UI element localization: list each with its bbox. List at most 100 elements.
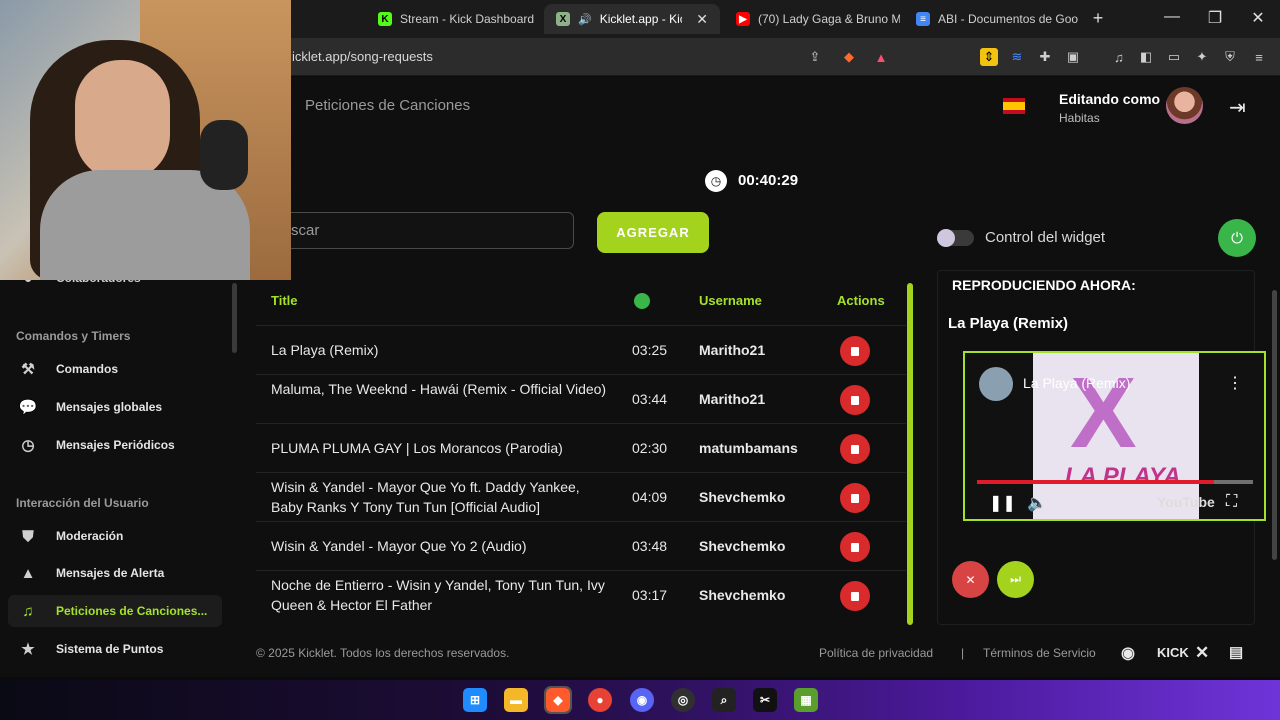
sidebar-item-label: Peticiones de Canciones... xyxy=(56,604,208,618)
windows-start-icon[interactable]: ⊞ xyxy=(463,688,487,712)
sidebar-item-moderacion[interactable]: ⛊ Moderación xyxy=(8,520,222,552)
more-options-icon[interactable]: ⋮ xyxy=(1227,373,1243,393)
add-button[interactable]: AGREGAR xyxy=(597,212,709,253)
tab-kicklet[interactable]: X 🔊 Kicklet.app - Kick C ✕ xyxy=(544,4,720,34)
brave-browser-icon[interactable]: ◆ xyxy=(544,686,572,714)
sidebar-item-mensajes-globales[interactable]: 💬 Mensajes globales xyxy=(8,391,222,423)
sidebar-item-label: Moderación xyxy=(56,529,124,543)
fullscreen-icon[interactable]: ⛶ xyxy=(1226,493,1237,511)
sidebar-toggle-icon[interactable]: ◧ xyxy=(1137,48,1155,66)
kick-link[interactable]: KICK xyxy=(1157,645,1189,660)
microphone xyxy=(200,120,248,190)
youtube-icon: ▶ xyxy=(736,12,750,26)
delete-button[interactable] xyxy=(840,483,870,513)
close-tab-icon[interactable]: ✕ xyxy=(696,11,708,28)
youtube-logo[interactable]: YouTube xyxy=(1157,494,1215,510)
sidebar-section-interaction: Interacción del Usuario xyxy=(16,496,149,510)
sidebar-scrollbar[interactable] xyxy=(232,283,237,353)
power-button[interactable]: ⏻ xyxy=(1218,219,1256,257)
table-row[interactable]: Maluma, The Weeknd - Hawái (Remix - Offi… xyxy=(256,374,906,423)
url-field[interactable]: icklet.app/song-requests xyxy=(292,49,433,64)
column-header-username[interactable]: Username xyxy=(699,293,762,308)
sidebar-item-comandos[interactable]: ⚒ Comandos xyxy=(8,353,222,385)
widget-control-toggle[interactable] xyxy=(937,229,974,247)
document-icon[interactable]: ▤ xyxy=(1229,643,1243,661)
column-header-title[interactable]: Title xyxy=(271,293,298,308)
editing-user: Habitas xyxy=(1059,111,1100,125)
delete-button[interactable] xyxy=(840,434,870,464)
leo-ai-icon[interactable]: ✦ xyxy=(1193,48,1211,66)
x-twitter-icon[interactable]: ✕ xyxy=(1195,643,1209,663)
song-username: Shevchemko xyxy=(699,587,786,603)
channel-avatar[interactable] xyxy=(979,367,1013,401)
terms-link[interactable]: Términos de Servicio xyxy=(983,646,1096,660)
sidebar-item-label: Mensajes globales xyxy=(56,400,163,414)
minecraft-icon[interactable]: ▦ xyxy=(794,688,818,712)
star-icon: ★ xyxy=(21,641,35,658)
youtube-player[interactable]: X LA PLAYA La Playa (Remix) ⋮ ❚❚ 🔈 YouTu… xyxy=(963,351,1266,521)
volume-icon[interactable]: 🔈 xyxy=(1027,493,1047,513)
column-header-actions: Actions xyxy=(837,293,885,308)
sidebar-item-mensajes-alerta[interactable]: ▲ Mensajes de Alerta xyxy=(8,557,222,589)
table-row[interactable]: La Playa (Remix) 03:25 Maritho21 xyxy=(256,325,906,374)
wallet-icon[interactable]: ▭ xyxy=(1165,48,1183,66)
close-window-icon[interactable]: ✕ xyxy=(1248,8,1268,28)
table-row[interactable]: Wisin & Yandel - Mayor Que Yo ft. Daddy … xyxy=(256,472,906,521)
brave-shield-icon[interactable]: ◆ xyxy=(840,48,858,66)
search-input[interactable]: scar xyxy=(291,212,574,249)
delete-button[interactable] xyxy=(840,385,870,415)
minimize-icon[interactable]: — xyxy=(1162,8,1182,26)
vpn-icon[interactable]: ⛨ xyxy=(1221,48,1239,66)
puzzle-icon[interactable]: ✚ xyxy=(1036,48,1054,66)
delete-button[interactable] xyxy=(840,581,870,611)
screenshot-icon[interactable]: ▣ xyxy=(1064,48,1082,66)
privacy-link[interactable]: Política de privacidad xyxy=(819,646,933,660)
file-explorer-icon[interactable]: ▬ xyxy=(504,688,528,712)
menu-icon[interactable]: ≡ xyxy=(1250,48,1268,66)
table-scrollbar[interactable] xyxy=(907,283,913,625)
delete-button[interactable] xyxy=(840,336,870,366)
table-row[interactable]: PLUMA PLUMA GAY | Los Morancos (Parodia)… xyxy=(256,423,906,472)
music-queue-icon[interactable]: ♫ xyxy=(1110,48,1128,66)
extension-icon[interactable]: ⇕ xyxy=(980,48,998,66)
share-icon[interactable]: ⇪ xyxy=(806,48,824,66)
restore-icon[interactable]: ❐ xyxy=(1205,8,1225,28)
video-progress-bar[interactable] xyxy=(977,480,1253,484)
warning-icon: ▲ xyxy=(20,564,36,582)
table-row[interactable]: Noche de Entierro - Wisin y Yandel, Tony… xyxy=(256,570,906,619)
widget-control-label: Control del widget xyxy=(985,229,1106,246)
skip-song-button[interactable]: ⏭ xyxy=(997,561,1034,598)
discord-icon[interactable]: ◉ xyxy=(1121,643,1135,663)
tab-docs[interactable]: ≡ ABI - Documentos de Goo xyxy=(904,4,1080,34)
video-progress-fill xyxy=(977,480,1215,484)
song-title: La Playa (Remix) xyxy=(271,342,379,358)
brave-rewards-icon[interactable]: ▲ xyxy=(872,48,890,66)
discord-taskbar-icon[interactable]: ◉ xyxy=(630,688,654,712)
delete-button[interactable] xyxy=(840,532,870,562)
sidebar-item-peticiones[interactable]: ♫ Peticiones de Canciones... xyxy=(8,595,222,627)
sidebar-item-mensajes-periodicos[interactable]: ◷ Mensajes Periódicos xyxy=(8,429,222,461)
sidebar-item-sistema-puntos[interactable]: ★ Sistema de Puntos xyxy=(8,633,222,665)
video-title[interactable]: La Playa (Remix) xyxy=(1023,375,1130,391)
obs-icon[interactable]: ◎ xyxy=(671,688,695,712)
person-face xyxy=(75,60,170,180)
tab-label: Stream - Kick Dashboard xyxy=(400,12,535,26)
spain-flag-icon[interactable] xyxy=(1003,98,1025,114)
chrome-icon[interactable]: ● xyxy=(588,688,612,712)
pause-icon[interactable]: ❚❚ xyxy=(989,493,1016,513)
page-scrollbar[interactable] xyxy=(1272,290,1277,560)
tab-stream-kick[interactable]: K Stream - Kick Dashboard xyxy=(366,4,536,34)
stop-song-button[interactable]: ✕ xyxy=(952,561,989,598)
extension-wave-icon[interactable]: ≋ xyxy=(1008,48,1026,66)
search-app-icon[interactable]: ⌕ xyxy=(712,688,736,712)
new-tab-button[interactable]: + xyxy=(1088,8,1108,29)
session-timer: 00:40:29 xyxy=(738,172,799,189)
song-username: Shevchemko xyxy=(699,538,786,554)
chat-bubble-icon: 💬 xyxy=(18,399,38,416)
table-row[interactable]: Wisin & Yandel - Mayor Que Yo 2 (Audio) … xyxy=(256,521,906,570)
capcut-icon[interactable]: ✂ xyxy=(753,688,777,712)
tab-youtube[interactable]: ▶ (70) Lady Gaga & Bruno M xyxy=(724,4,900,34)
hammer-icon: ⚒ xyxy=(21,361,35,378)
logout-icon[interactable]: ⇥ xyxy=(1229,95,1251,119)
avatar[interactable] xyxy=(1166,87,1203,124)
